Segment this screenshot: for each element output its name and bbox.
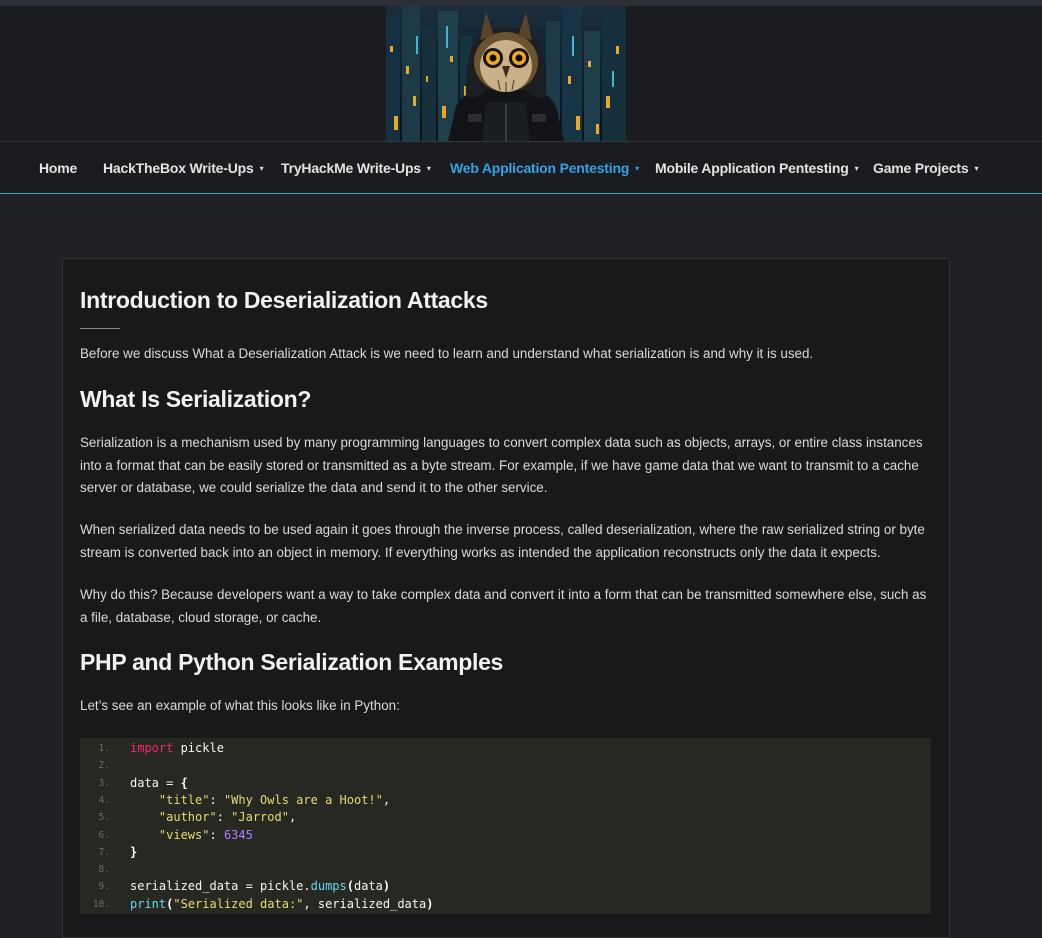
serialization-paragraph-2: When serialized data needs to be used ag… [80,522,925,560]
code-text: print("Serialized data:", serialized_dat… [130,896,434,911]
owl-hacker-illustration [386,6,626,141]
line-number: 3. [98,777,110,789]
nav-game-projects[interactable]: Game Projects ▾ [873,142,978,194]
line-number: 9. [98,881,110,893]
code-text: } [130,844,138,859]
main-navigation: Home HackTheBox Write-Ups ▾ TryHackMe Wri… [0,141,1042,194]
nav-web-application-pentesting[interactable]: Web Application Pentesting ▾ [450,142,639,194]
nav-hackthebox-writeups-label: HackTheBox Write-Ups [103,160,254,176]
code-text: "views": 6345 [158,827,253,842]
chevron-down-icon: ▾ [426,164,431,173]
code-text: import pickle [130,741,224,755]
nav-tryhackme-writeups-label: TryHackMe Write-Ups [281,160,421,176]
line-number: 5. [98,812,110,824]
nav-home[interactable]: Home [39,142,77,194]
nav-tryhackme-writeups[interactable]: TryHackMe Write-Ups ▾ [281,142,431,194]
nav-hackthebox-writeups[interactable]: HackTheBox Write-Ups ▾ [103,142,264,194]
chevron-down-icon: ▾ [635,164,639,173]
line-number: 7. [98,846,110,858]
python-code-block[interactable]: 1. import pickle 2. 3. data = { 4. "title": "… [80,738,931,914]
code-line: 4. "title": "Why Owls are a Hoot!", [80,792,931,809]
line-number: 1. [98,743,110,754]
line-number: 10. [92,898,110,910]
code-line: 6. "views": 6345 [80,827,931,844]
chevron-down-icon: ▾ [259,164,264,173]
code-text: serialized_data = pickle.dumps(data) [130,879,391,894]
code-line: 9. serialized_data = pickle.dumps(data) [80,878,931,895]
nav-game-projects-label: Game Projects [873,160,969,176]
code-line: 1. import pickle [80,740,931,757]
title-divider [80,328,120,329]
examples-paragraph: Let’s see an example of what this looks … [80,698,400,713]
line-number: 6. [98,829,110,841]
code-text: "author": "Jarrod", [158,810,297,825]
line-number: 4. [98,794,110,806]
nav-mobile-application-pentesting[interactable]: Mobile Application Pentesting ▾ [655,142,859,194]
serialization-paragraph-1: Serialization is a mechanism used by man… [80,435,923,495]
code-line: 5. "author": "Jarrod", [80,809,931,826]
nav-home-label: Home [39,160,78,176]
code-text: data = { [130,775,188,790]
chevron-down-icon: ▾ [854,164,859,173]
article-title: Introduction to Deserialization Attacks [80,287,488,313]
code-line: 3. data = { [80,775,931,792]
line-number: 8. [98,864,110,876]
section-heading-serialization: What Is Serialization? [80,386,312,412]
code-line: 8. [80,861,931,878]
chevron-down-icon: ▾ [974,164,979,173]
nav-web-application-pentesting-label: Web Application Pentesting [450,160,630,176]
line-number: 2. [98,760,110,772]
code-text: "title": "Why Owls are a Hoot!", [158,792,391,807]
site-logo[interactable] [386,6,626,141]
code-line: 10. print("Serialized data:", serialized_… [80,896,931,913]
code-line: 2. [80,757,931,774]
intro-paragraph: Before we discuss What a Deserialization… [80,346,814,361]
nav-mobile-application-pentesting-label: Mobile Application Pentesting [655,160,849,176]
serialization-paragraph-3: Why do this? Because developers want a w… [80,587,927,625]
code-line: 7.} [80,844,931,861]
section-heading-examples: PHP and Python Serialization Examples [80,649,504,675]
